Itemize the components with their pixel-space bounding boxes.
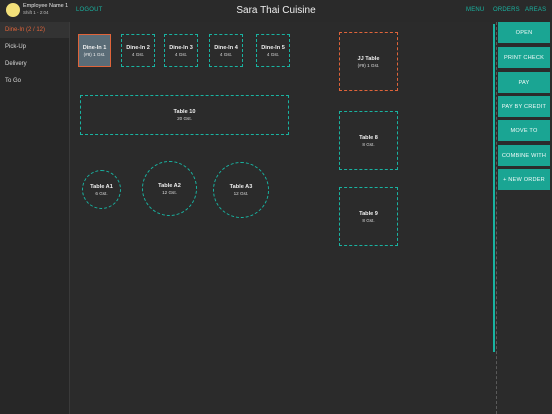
table-9[interactable]: Table 9 8 Gst. — [339, 187, 398, 246]
table-name: Table 9 — [359, 210, 378, 217]
table-dine-in-1[interactable]: Dine-In 1 (#8) 1 Gst. — [78, 34, 111, 67]
table-guests: (#9) 1 Gst. — [357, 62, 380, 68]
table-name: Dine-In 1 — [82, 44, 107, 51]
table-dine-in-2[interactable]: Dine-In 2 4 Gst. — [121, 34, 155, 67]
nav-orders[interactable]: ORDERS — [493, 7, 520, 13]
action-panel: OPEN PRINT CHECK PAY PAY BY CREDIT MOVE … — [497, 22, 552, 414]
move-to-button[interactable]: MOVE TO — [498, 120, 550, 141]
top-bar: Employee Name 1 Shift 1 - 2:04 LOGOUT Sa… — [0, 0, 552, 22]
table-name: Table A2 — [158, 182, 181, 189]
table-guests: (#8) 1 Gst. — [83, 51, 106, 57]
nav-areas[interactable]: AREAS — [525, 7, 546, 13]
table-dine-in-3[interactable]: Dine-In 3 4 Gst. — [164, 34, 198, 67]
table-guests: 6 Gst. — [95, 190, 108, 196]
table-name: JJ Table — [357, 55, 380, 62]
table-guests: 12 Gst. — [233, 191, 249, 196]
new-order-button[interactable]: + NEW ORDER — [498, 169, 550, 190]
open-button[interactable]: OPEN — [498, 22, 550, 43]
table-a3[interactable]: Table A3 12 Gst. — [213, 162, 269, 218]
table-guests: 4 Gst. — [174, 51, 188, 57]
table-guests: 4 Gst. — [219, 51, 233, 57]
floor-scrollbar[interactable] — [493, 24, 495, 352]
table-guests: 8 Gst. — [362, 217, 375, 223]
table-guests: 20 Gst. — [177, 116, 192, 121]
table-dine-in-4[interactable]: Dine-In 4 4 Gst. — [209, 34, 243, 67]
table-guests: 8 Gst. — [362, 141, 375, 147]
table-guests: 4 Gst. — [131, 51, 145, 57]
table-name: Table A1 — [90, 183, 113, 190]
table-jj[interactable]: JJ Table (#9) 1 Gst. — [339, 32, 398, 91]
sidebar-item-dine-in[interactable]: Dine-In (2 / 12) — [5, 27, 45, 33]
table-guests: 12 Gst. — [162, 189, 177, 195]
table-name: Dine-In 3 — [169, 44, 193, 51]
sidebar-item-pick-up[interactable]: Pick-Up — [5, 44, 26, 50]
pay-button[interactable]: PAY — [498, 72, 550, 93]
table-guests: 4 Gst. — [266, 51, 280, 57]
table-name: Table 10 — [173, 109, 196, 115]
order-type-sidebar: Dine-In (2 / 12) Pick-Up Delivery To Go — [0, 22, 70, 414]
table-dine-in-5[interactable]: Dine-In 5 4 Gst. — [256, 34, 290, 67]
sidebar-item-to-go[interactable]: To Go — [5, 78, 21, 84]
table-name: Dine-In 2 — [126, 44, 150, 51]
pay-by-credit-button[interactable]: PAY BY CREDIT — [498, 96, 550, 117]
table-name: Table 8 — [359, 134, 378, 141]
nav-menu[interactable]: MENU — [466, 7, 484, 13]
table-8[interactable]: Table 8 8 Gst. — [339, 111, 398, 170]
table-name: Dine-In 5 — [261, 44, 285, 51]
combine-with-button[interactable]: COMBINE WITH — [498, 145, 550, 166]
table-a2[interactable]: Table A2 12 Gst. — [142, 161, 197, 216]
floor-plan — [70, 22, 497, 414]
table-name: Table A3 — [229, 184, 253, 190]
table-name: Dine-In 4 — [214, 44, 238, 51]
sidebar-item-delivery[interactable]: Delivery — [5, 61, 27, 67]
print-check-button[interactable]: PRINT CHECK — [498, 47, 550, 68]
table-a1[interactable]: Table A1 6 Gst. — [82, 170, 121, 209]
table-10[interactable]: Table 10 20 Gst. — [80, 95, 289, 135]
